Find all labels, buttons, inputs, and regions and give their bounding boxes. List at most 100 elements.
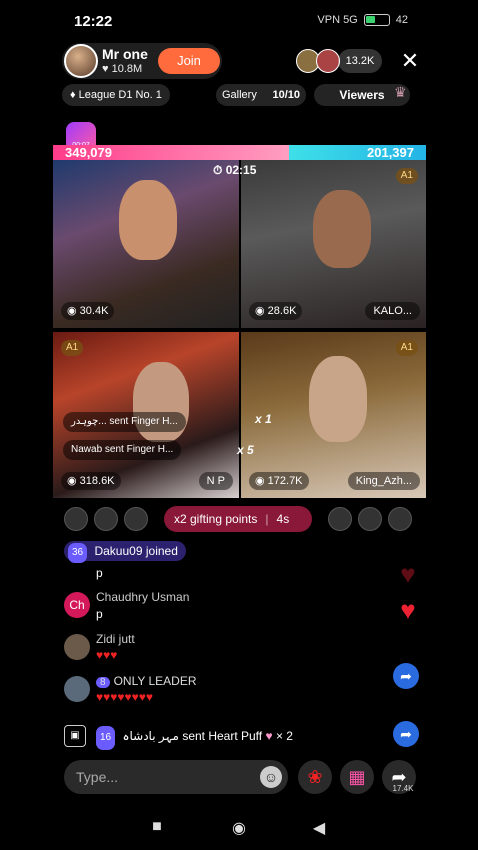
video-tile-1[interactable]: ◉ 30.4K [53, 160, 239, 328]
gifting-points-pill[interactable]: x2 gifting points | 4s [164, 506, 312, 532]
rose-icon[interactable]: ❀ [298, 760, 332, 794]
gift-bag-icon[interactable]: ▣ [64, 725, 86, 747]
gallery-count: 10/10 [272, 89, 300, 101]
video-tile-2[interactable]: A1 ◉ 28.6K KALO... [241, 160, 426, 328]
gift-icon: ◉ [255, 305, 268, 317]
chat-avatar[interactable] [64, 634, 90, 660]
supporter-avatar[interactable] [94, 507, 118, 531]
emoji-icon[interactable]: ☺ [260, 766, 282, 788]
ranking-icon[interactable]: ♛ [394, 84, 414, 106]
tier-badge: A1 [61, 340, 84, 356]
battery-level: 42 [395, 14, 408, 26]
battery-icon [363, 14, 390, 26]
diamond-icon: ♦ [70, 89, 79, 101]
host-pill[interactable]: Mr one ♥ 10.8M Join [62, 43, 222, 79]
battle-score-bar: 349,079 201,397 [53, 145, 426, 160]
gift-icon[interactable]: ▦ [340, 760, 374, 794]
video-grid: ◉ 30.4K A1 ◉ 28.6K KALO... A1 ◉ 318.6K N… [53, 160, 426, 498]
gift-message: ▣ 16 مہر بادشاہ sent Heart Puff ♥ × 2 [64, 724, 354, 750]
battle-clock-value: 02:15 [225, 163, 257, 177]
host-name: Mr one [102, 46, 148, 62]
gallery-button[interactable]: Gallery 10/10 [216, 84, 306, 106]
share-icon[interactable]: ➦ [393, 721, 419, 747]
join-user[interactable]: Dakuu09 [94, 544, 142, 558]
heart-icon[interactable]: ♥ [395, 597, 421, 623]
gifting-label: x2 gifting points [174, 512, 258, 526]
gift-icon: ◉ [67, 305, 80, 317]
gift-text: sent Finger H... [104, 444, 174, 455]
close-icon[interactable]: ✕ [396, 47, 424, 75]
home-icon[interactable]: ◉ [228, 818, 250, 840]
heart-puff-icon: ♥ [265, 729, 273, 743]
supporter-avatar[interactable] [358, 507, 382, 531]
video-tile-4[interactable]: A1 x 1 ◉ 172.7K King_Azh... [241, 332, 426, 498]
tier-badge: A1 [395, 168, 418, 184]
chat-message: p [64, 566, 404, 586]
tile-count-value: 30.4K [79, 305, 109, 317]
sub-header: ♦ League D1 No. 1 Gallery 10/10 Viewers … [62, 84, 426, 106]
league-badge[interactable]: ♦ League D1 No. 1 [62, 84, 170, 106]
chat-avatar[interactable]: Ch [64, 592, 90, 618]
score-left: 349,079 [65, 145, 112, 160]
chat-username-text: ONLY LEADER [113, 674, 197, 688]
streamer-face [309, 356, 367, 442]
chat-username[interactable]: Zidi jutt [96, 632, 135, 646]
join-label: Join [177, 53, 201, 68]
input-row: ☺ ❀ ▦ ➦ 17.4K [64, 760, 418, 794]
viewer-avatars[interactable] [296, 49, 342, 73]
tile-count-value: 28.6K [267, 305, 297, 317]
status-icons: VPN 5G 42 [317, 14, 408, 26]
host-avatar[interactable] [64, 44, 98, 78]
recents-icon[interactable]: ■ [146, 818, 168, 840]
gift-multiplier: x 1 [255, 412, 272, 426]
chat-text: ♥♥♥♥♥♥♥♥ [96, 690, 153, 704]
tile-count: ◉ 28.6K [249, 302, 303, 320]
chat-username[interactable]: 8 ONLY LEADER [96, 674, 196, 688]
streamer-face [313, 190, 371, 268]
gifting-separator: | [265, 512, 269, 526]
league-label: League D1 No. 1 [78, 89, 162, 101]
battle-clock: ⏱ 02:15 [213, 163, 256, 178]
system-nav-bar: ■ ◉ ◀ [0, 808, 478, 850]
gift-multiplier: × 2 [275, 729, 293, 743]
tier-badge: A1 [395, 340, 418, 356]
chat-message: 8 ONLY LEADER ♥♥♥♥♥♥♥♥ [64, 674, 404, 710]
chat-message: Ch Chaudhry Usman p [64, 590, 404, 626]
supporter-avatar[interactable] [124, 507, 148, 531]
chat-input[interactable] [64, 760, 288, 794]
gift-icon: ◉ [67, 475, 80, 487]
supporter-avatar[interactable] [64, 507, 88, 531]
gifting-strip: x2 gifting points | 4s [64, 506, 414, 532]
status-icons-text: VPN 5G [317, 14, 358, 26]
chat-avatar[interactable] [64, 676, 90, 702]
tile-count: ◉ 30.4K [61, 302, 115, 320]
tile-count-value: 318.6K [79, 475, 115, 487]
supporter-avatar[interactable] [388, 507, 412, 531]
join-message: 36 Dakuu09 joined [64, 541, 186, 563]
viewer-avatar[interactable] [316, 49, 340, 73]
tile-name[interactable]: N P [198, 472, 233, 490]
clock-icon: ⏱ [213, 163, 226, 177]
status-bar: 12:22 VPN 5G 42 [0, 0, 478, 40]
tile-count-value: 172.7K [267, 475, 303, 487]
chat-username[interactable]: Chaudhry Usman [96, 590, 189, 604]
tile-name[interactable]: KALO... [365, 302, 420, 320]
join-text: joined [145, 544, 178, 558]
chat-text: ♥♥♥ [96, 648, 118, 662]
host-likes: ♥ 10.8M [102, 63, 142, 75]
gift-text: sent Heart Puff [182, 729, 263, 743]
gift-icon: ◉ [255, 475, 268, 487]
join-button[interactable]: Join [158, 48, 220, 74]
viewer-count[interactable]: 13.2K [338, 49, 382, 73]
heart-icon[interactable]: ♥ [395, 561, 421, 587]
heart-icon: ♥ [102, 63, 112, 75]
host-likes-value: 10.8M [111, 63, 143, 75]
score-right: 201,397 [367, 145, 414, 160]
chat-message: Zidi jutt ♥♥♥ [64, 632, 404, 668]
stream-header: Mr one ♥ 10.8M Join 13.2K ✕ [62, 43, 426, 79]
tile-name[interactable]: King_Azh... [347, 472, 420, 490]
back-icon[interactable]: ◀ [308, 818, 330, 840]
gift-notification: چوہدر... sent Finger H... [63, 412, 186, 432]
supporter-avatar[interactable] [328, 507, 352, 531]
gift-user[interactable]: مہر بادشاہ [122, 729, 179, 743]
